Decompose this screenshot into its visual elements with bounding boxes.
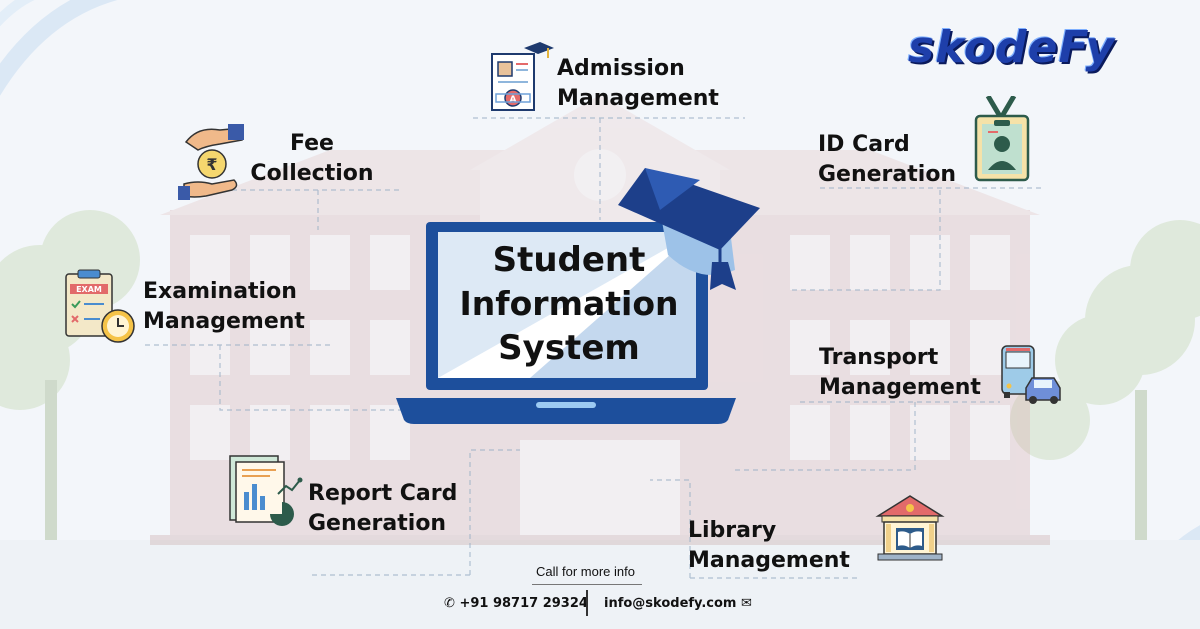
feature-transport-line-1: Transport (819, 345, 939, 370)
feature-library-line-1: Library (688, 518, 777, 543)
svg-text:A: A (510, 95, 517, 105)
phone-icon: ✆ (444, 596, 455, 611)
phone-number: +91 98717 29324 (459, 596, 588, 611)
feature-report-line-2: Generation (308, 511, 447, 536)
call-divider (532, 584, 642, 585)
feature-fee-collection: Fee Collection (246, 129, 378, 189)
feature-transport-management: Transport Management (819, 343, 981, 403)
feature-id-card-generation: ID Card Generation (818, 130, 956, 190)
feature-library-management: Library Management (688, 516, 850, 576)
feature-idcard-line-2: Generation (818, 162, 957, 187)
phone-contact[interactable]: ✆ +91 98717 29324 (444, 596, 588, 611)
call-for-info-label: Call for more info (536, 564, 635, 579)
feature-exam-line-1: Examination (143, 279, 297, 304)
email-contact[interactable]: info@skodefy.com ✉ (604, 596, 752, 611)
email-icon: ✉ (740, 596, 752, 611)
system-title-line-1: Student (492, 240, 646, 280)
feature-transport-line-2: Management (819, 375, 981, 400)
feature-report-card-generation: Report Card Generation (308, 479, 457, 539)
banner: skodeFy Student Information System A Adm… (0, 0, 1200, 629)
feature-admission-line-1: Admission (557, 56, 685, 81)
admission-form-icon: A (491, 42, 554, 111)
feature-fee-line-1: Fee (290, 131, 334, 156)
svg-text:₹: ₹ (206, 155, 217, 174)
contact-separator (586, 590, 588, 616)
exam-clipboard-icon: EXAM (65, 269, 135, 343)
report-chart-icon (229, 455, 303, 526)
feature-examination-management: Examination Management (143, 277, 305, 337)
system-title-line-2: Information (459, 284, 679, 323)
feature-admission-management: Admission Management (557, 54, 719, 114)
bus-car-icon (1001, 345, 1061, 404)
system-title: Student Information System (440, 238, 698, 370)
rupee-hands-icon: ₹ (178, 124, 244, 200)
feature-fee-line-2: Collection (250, 161, 374, 186)
feature-admission-line-2: Management (557, 86, 719, 111)
feature-exam-line-2: Management (143, 309, 305, 334)
email-address: info@skodefy.com (604, 596, 737, 611)
svg-text:EXAM: EXAM (76, 285, 102, 294)
id-card-icon (974, 96, 1030, 182)
feature-report-line-1: Report Card (308, 481, 458, 506)
library-building-icon (875, 495, 945, 561)
feature-idcard-line-1: ID Card (818, 132, 910, 157)
feature-library-line-2: Management (688, 548, 850, 573)
system-title-line-3: System (498, 328, 640, 368)
skodefy-logo: skodeFy (908, 22, 1116, 73)
